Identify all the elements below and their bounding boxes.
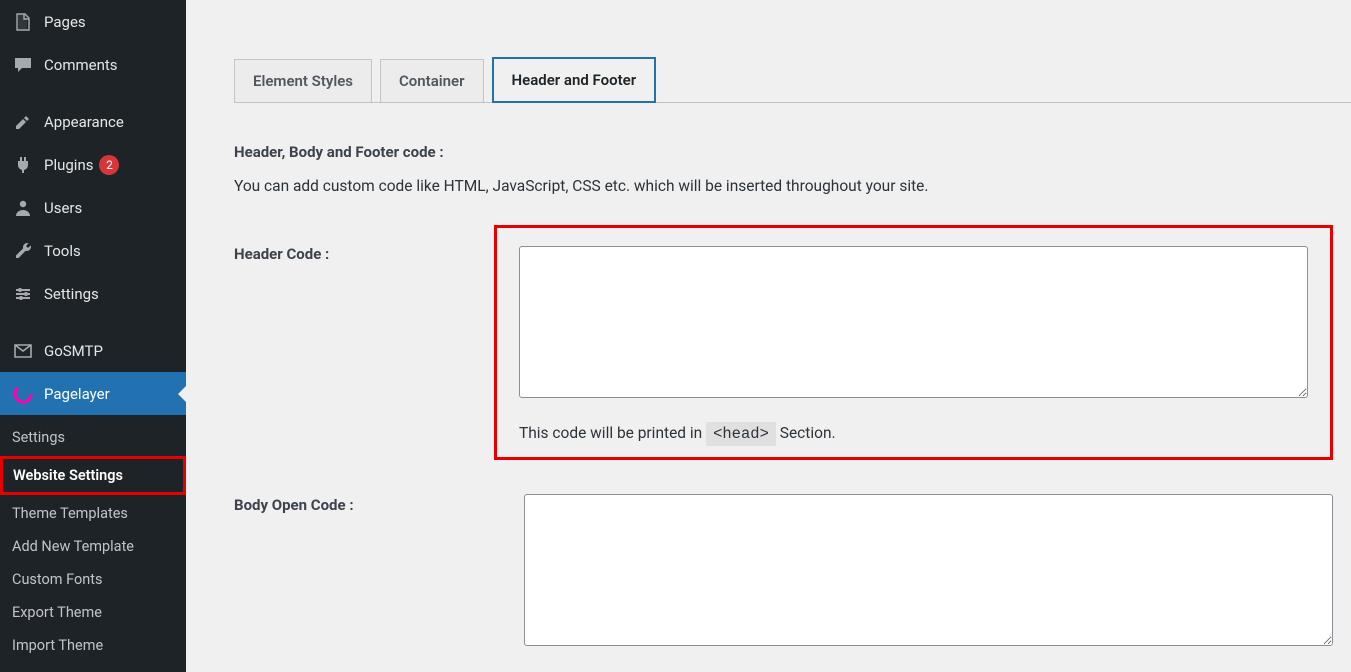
sidebar-separator xyxy=(0,86,186,100)
pagelayer-submenu: Settings Website Settings Theme Template… xyxy=(0,415,186,672)
header-code-hint: This code will be printed in <head> Sect… xyxy=(519,424,1308,443)
appearance-icon xyxy=(12,111,34,133)
sidebar-item-users[interactable]: Users xyxy=(0,186,186,229)
settings-icon xyxy=(12,283,34,305)
body-open-code-row: Body Open Code : xyxy=(234,494,1351,650)
section-description: You can add custom code like HTML, JavaS… xyxy=(234,177,1351,195)
settings-tabs: Element Styles Container Header and Foot… xyxy=(234,56,1351,103)
sidebar-item-label: GoSMTP xyxy=(44,342,103,360)
sidebar-separator xyxy=(0,315,186,329)
sidebar-item-label: Users xyxy=(44,199,82,217)
pagelayer-icon xyxy=(12,383,34,405)
comments-icon xyxy=(12,54,34,76)
sidebar-item-label: Settings xyxy=(44,285,99,303)
sidebar-item-comments[interactable]: Comments xyxy=(0,43,186,86)
sidebar-item-label: Plugins xyxy=(44,156,93,174)
hint-text-pre: This code will be printed in xyxy=(519,424,706,442)
tab-header-and-footer[interactable]: Header and Footer xyxy=(492,57,657,103)
tools-icon xyxy=(12,240,34,262)
submenu-item-website-settings[interactable]: Website Settings xyxy=(0,456,186,495)
hint-text-post: Section. xyxy=(780,424,836,442)
tab-container[interactable]: Container xyxy=(380,59,484,102)
sidebar-item-tools[interactable]: Tools xyxy=(0,229,186,272)
submenu-item-theme-templates[interactable]: Theme Templates xyxy=(0,497,186,530)
sidebar-item-label: Appearance xyxy=(44,113,124,131)
tab-element-styles[interactable]: Element Styles xyxy=(234,59,372,102)
hint-code-tag: <head> xyxy=(706,422,776,446)
submenu-item-export-theme[interactable]: Export Theme xyxy=(0,596,186,629)
sidebar-item-label: Comments xyxy=(44,56,118,74)
main-content: Element Styles Container Header and Foot… xyxy=(186,0,1351,652)
header-code-label: Header Code : xyxy=(234,243,524,263)
header-code-textarea[interactable] xyxy=(519,246,1308,398)
body-open-code-label: Body Open Code : xyxy=(234,494,524,514)
sidebar-item-settings[interactable]: Settings xyxy=(0,272,186,315)
sidebar-item-label: Tools xyxy=(44,242,81,260)
sidebar-item-plugins[interactable]: Plugins 2 xyxy=(0,143,186,186)
submenu-item-settings[interactable]: Settings xyxy=(0,421,186,454)
body-open-code-textarea[interactable] xyxy=(524,494,1333,646)
sidebar-item-gosmtp[interactable]: GoSMTP xyxy=(0,329,186,372)
admin-sidebar: Pages Comments Appearance Plugins 2 User… xyxy=(0,0,186,652)
pages-icon xyxy=(12,11,34,33)
submenu-item-import-theme[interactable]: Import Theme xyxy=(0,629,186,662)
section-title: Header, Body and Footer code : xyxy=(234,143,1351,161)
users-icon xyxy=(12,197,34,219)
plugin-update-badge: 2 xyxy=(99,155,119,175)
header-code-row: Header Code : This code will be printed … xyxy=(234,243,1351,460)
envelope-icon xyxy=(12,340,34,362)
submenu-item-custom-fonts[interactable]: Custom Fonts xyxy=(0,563,186,596)
sidebar-item-label: Pages xyxy=(44,13,86,31)
sidebar-item-pagelayer[interactable]: Pagelayer xyxy=(0,372,186,415)
sidebar-item-pages[interactable]: Pages xyxy=(0,0,186,43)
sidebar-item-label: Pagelayer xyxy=(44,385,110,403)
submenu-item-add-new-template[interactable]: Add New Template xyxy=(0,530,186,563)
sidebar-item-appearance[interactable]: Appearance xyxy=(0,100,186,143)
plugins-icon xyxy=(12,154,34,176)
header-code-highlight: This code will be printed in <head> Sect… xyxy=(494,225,1333,460)
